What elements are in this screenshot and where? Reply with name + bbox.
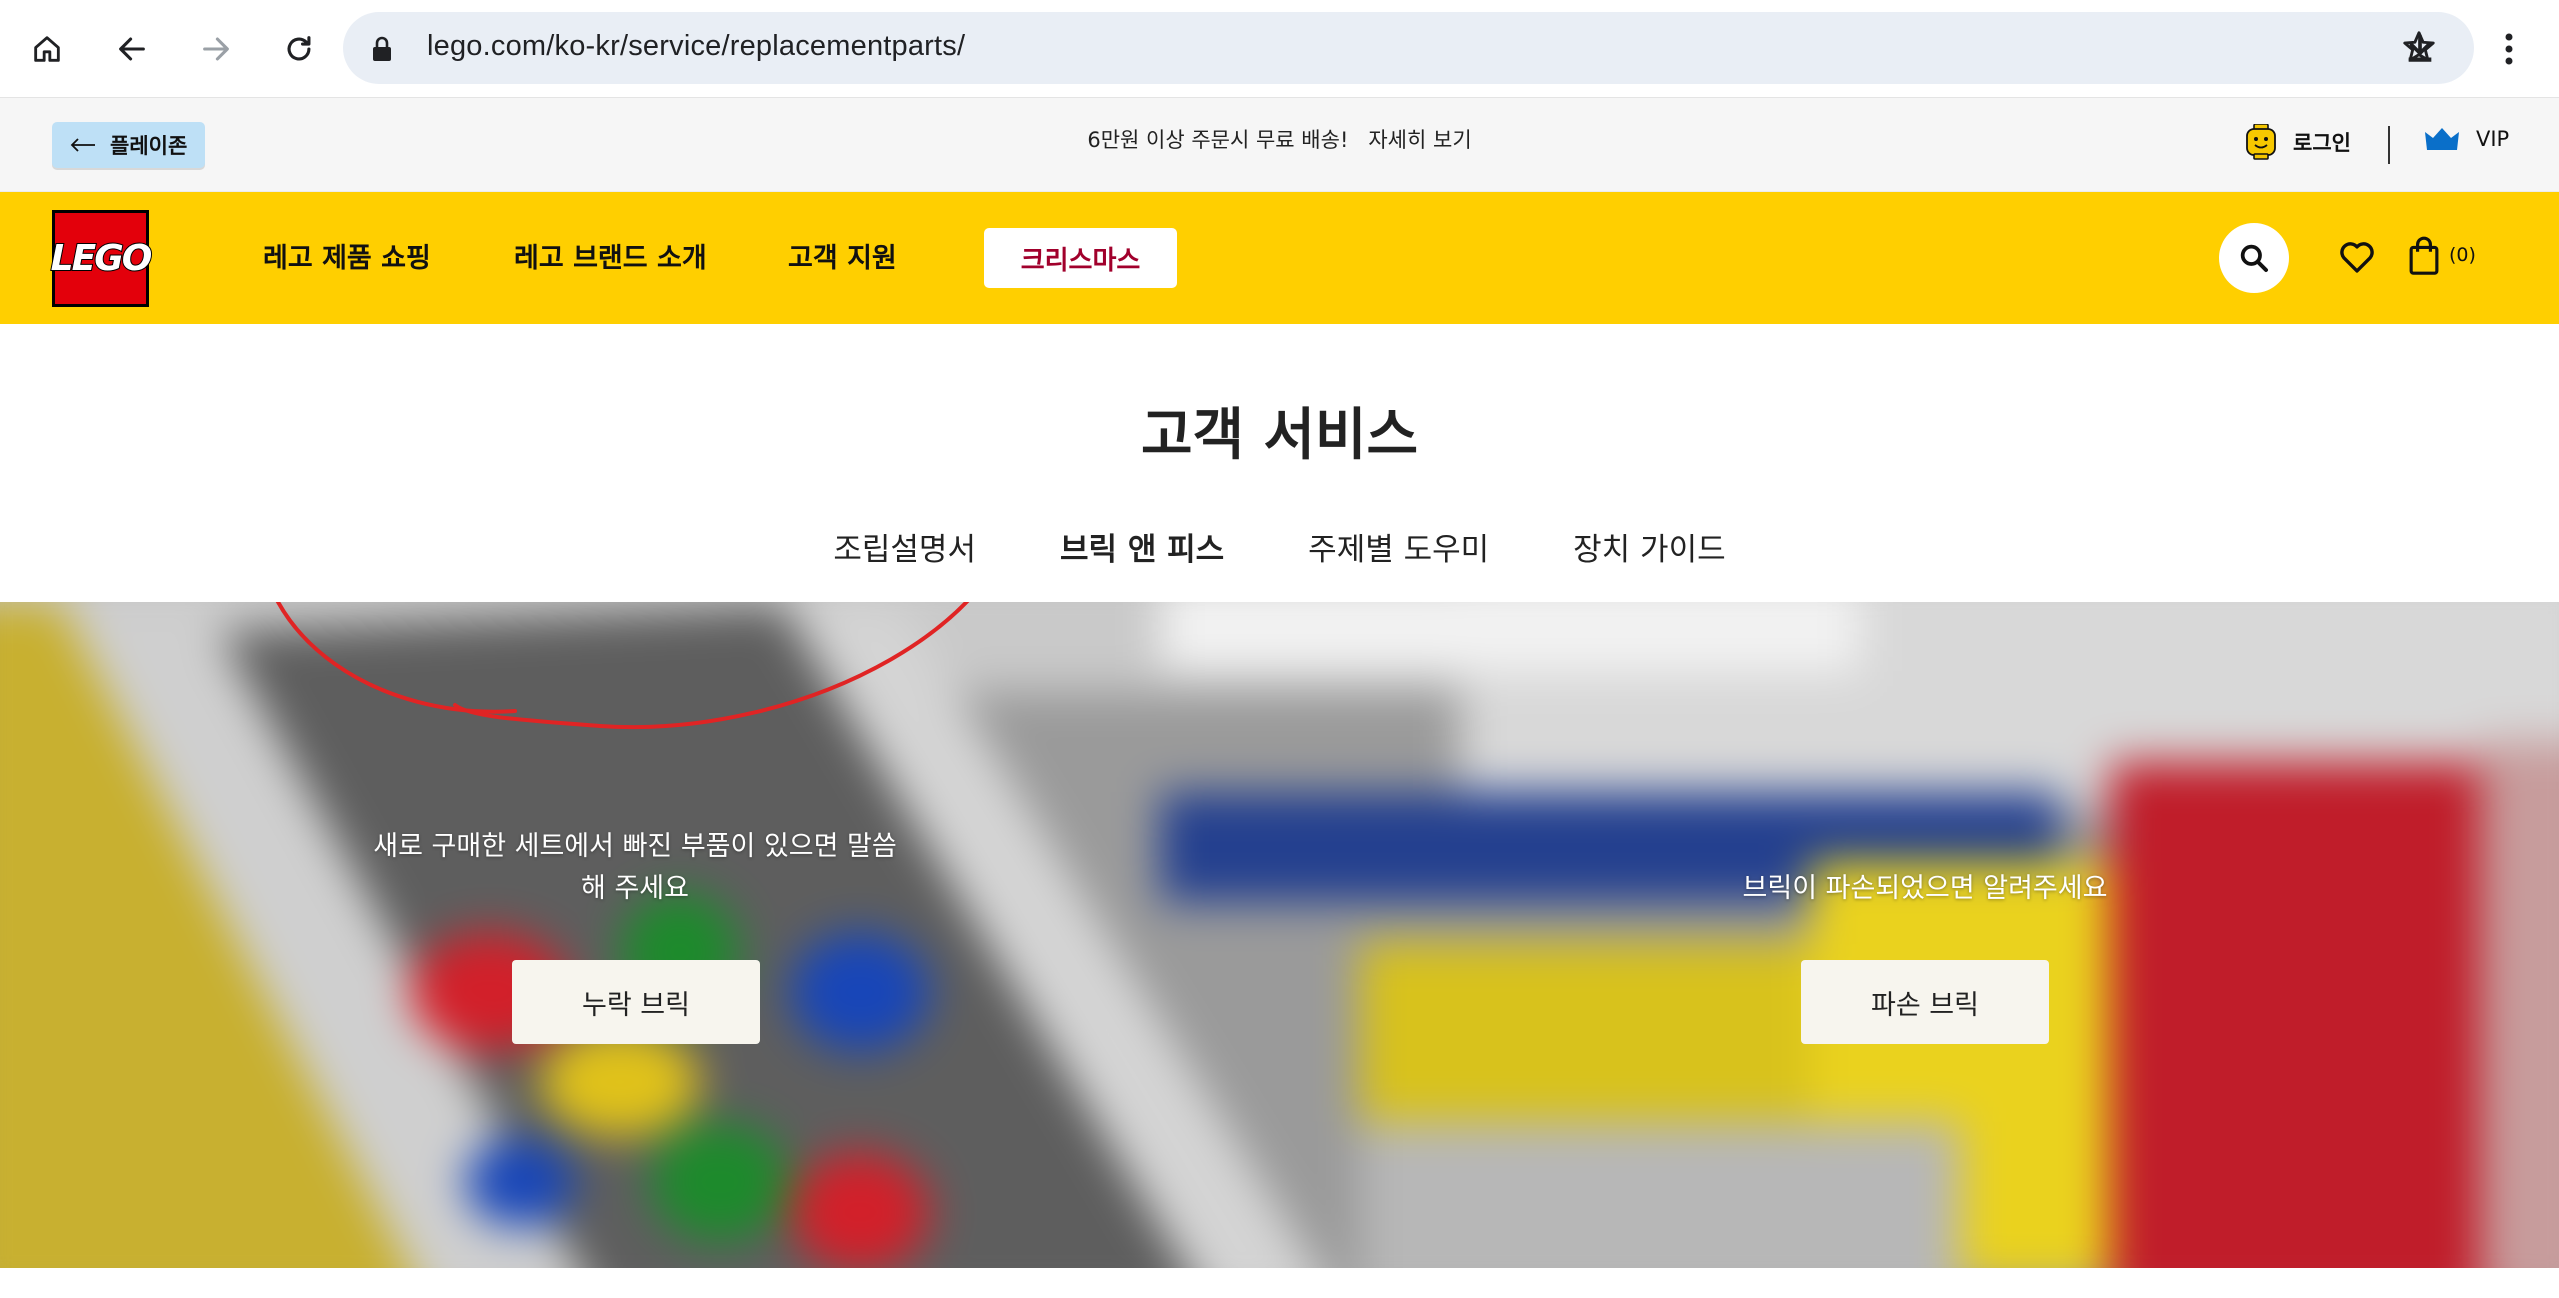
announcement-bar: 플레이존 6만원 이상 주문시 무료 배송! 자세히 보기 로그인 VIP: [0, 98, 2559, 192]
back-icon[interactable]: [105, 22, 159, 76]
nav-item-brand[interactable]: 레고 브랜드 소개: [514, 236, 707, 275]
details-link[interactable]: 자세히 보기: [1368, 128, 1471, 152]
tab-topic-help[interactable]: 주제별 도우미: [1308, 524, 1489, 569]
wishlist-heart-icon[interactable]: [2338, 240, 2376, 274]
home-icon[interactable]: [20, 22, 74, 76]
login-button[interactable]: 로그인: [2245, 124, 2351, 160]
main-navigation: LEGO 레고 제품 쇼핑 레고 브랜드 소개 고객 지원 크리스마스 (0): [0, 192, 2559, 324]
page-title: 고객 서비스: [1140, 403, 1419, 468]
tab-building-instructions[interactable]: 조립설명서: [833, 524, 976, 569]
hero-banner: 새로 구매한 세트에서 빠진 부품이 있으면 말씀 해 주세요 누락 브릭 브릭…: [0, 602, 2559, 1268]
url-text: lego.com/ko-kr/service/replacementparts/: [427, 30, 966, 62]
shopping-bag-icon[interactable]: [2408, 236, 2440, 276]
nav-item-shop[interactable]: 레고 제품 쇼핑: [263, 236, 431, 275]
missing-bricks-button[interactable]: 누락 브릭: [512, 960, 760, 1044]
tab-device-guide[interactable]: 장치 가이드: [1573, 524, 1725, 569]
vip-label: VIP: [2476, 127, 2510, 151]
minifig-head-icon: [2246, 124, 2276, 160]
search-icon: [2240, 244, 2268, 272]
header-divider: [2388, 126, 2390, 164]
reload-icon[interactable]: [272, 22, 326, 76]
browser-toolbar: lego.com/ko-kr/service/replacementparts/: [0, 0, 2559, 98]
hero-background-image: [0, 602, 2559, 1268]
forward-icon[interactable]: [189, 22, 243, 76]
vip-crown-icon: [2425, 128, 2459, 150]
shipping-announcement: 6만원 이상 주문시 무료 배송! 자세히 보기: [0, 124, 2559, 154]
christmas-button[interactable]: 크리스마스: [984, 228, 1177, 288]
nav-item-support[interactable]: 고객 지원: [788, 236, 897, 275]
vip-button[interactable]: VIP: [2424, 126, 2509, 152]
more-icon[interactable]: [2486, 22, 2532, 76]
cart-count: (0): [2449, 244, 2476, 266]
service-tabs: 조립설명서 브릭 앤 피스 주제별 도우미 장치 가이드: [0, 524, 2559, 569]
lock-icon: [373, 36, 391, 61]
login-label: 로그인: [2293, 131, 2351, 155]
tab-bricks-and-pieces[interactable]: 브릭 앤 피스: [1060, 524, 1224, 569]
download-icon[interactable]: [2393, 22, 2447, 76]
address-bar[interactable]: lego.com/ko-kr/service/replacementparts/: [343, 12, 2474, 84]
lego-logo[interactable]: LEGO: [50, 210, 153, 307]
damaged-bricks-button[interactable]: 파손 브릭: [1801, 960, 2049, 1044]
shipping-text: 6만원 이상 주문시 무료 배송!: [1087, 128, 1349, 152]
search-button[interactable]: [2219, 223, 2289, 293]
damaged-brick-message: 브릭이 파손되었으면 알려주세요: [1742, 873, 2108, 904]
missing-brick-message: 새로 구매한 세트에서 빠진 부품이 있으면 말씀 해 주세요: [373, 831, 897, 904]
